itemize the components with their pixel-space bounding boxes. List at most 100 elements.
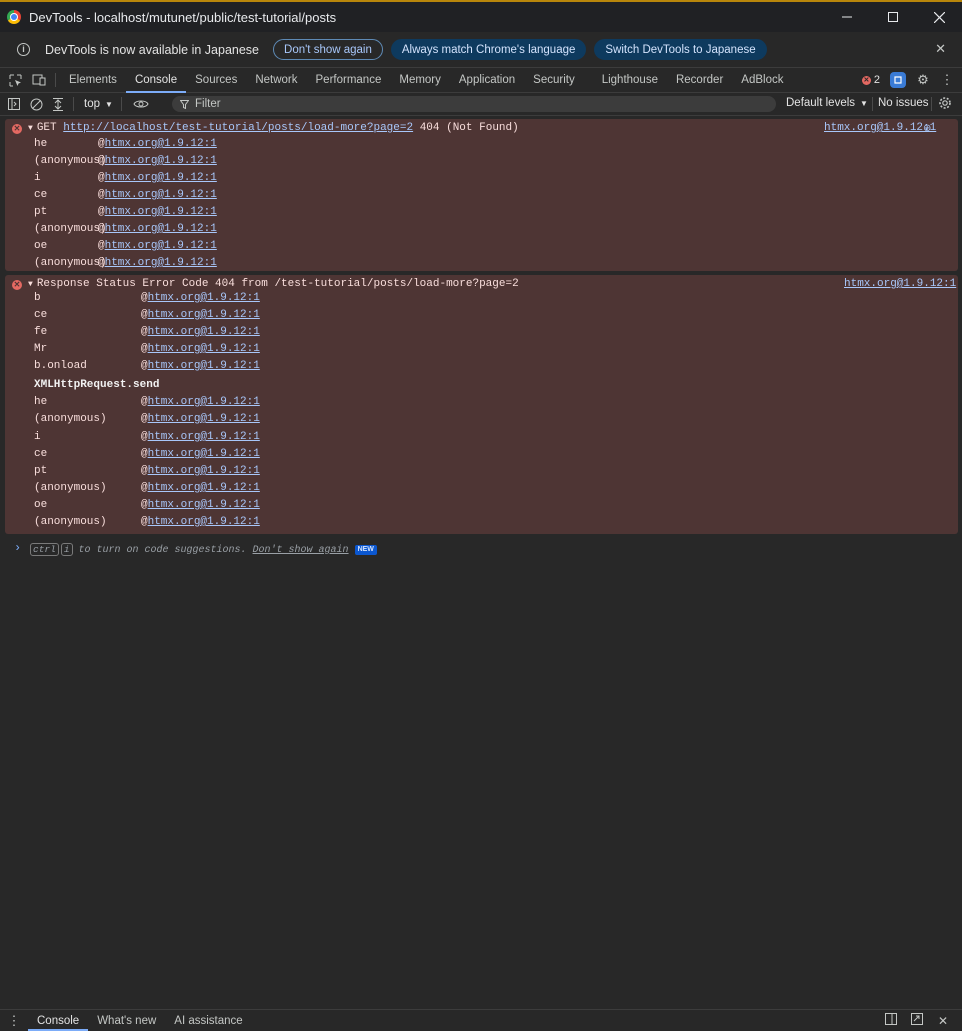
ai-assistance-icon[interactable]	[890, 72, 906, 88]
stack-frame: (anonymous)@ htmx.org@1.9.12:1	[34, 223, 217, 235]
device-toolbar-icon[interactable]	[27, 68, 51, 92]
tab-network[interactable]: Network	[246, 68, 306, 92]
code-suggestion-hint: ctrl i to turn on code suggestions. Don't…	[30, 543, 377, 556]
tab-recorder[interactable]: Recorder	[667, 68, 732, 92]
stack-source-link[interactable]: htmx.org@1.9.12:1	[148, 292, 260, 304]
create-live-expression-icon[interactable]	[47, 93, 69, 115]
stack-frame: oe @ htmx.org@1.9.12:1	[34, 240, 217, 252]
issues-button[interactable]: No issues	[878, 97, 929, 109]
tab-security[interactable]: Security	[524, 68, 593, 92]
tab-performance[interactable]: Performance	[307, 68, 391, 92]
stack-frame: Mr @ htmx.org@1.9.12:1	[34, 343, 260, 355]
network-globe-icon[interactable]: ⊕	[923, 123, 931, 135]
undock-icon[interactable]	[904, 1013, 930, 1028]
tab-memory[interactable]: Memory	[390, 68, 450, 92]
tab-console[interactable]: Console	[125, 68, 187, 93]
tab-elements[interactable]: Elements	[60, 68, 126, 92]
context-selector[interactable]: top ▼	[84, 98, 113, 110]
stack-frame: (anonymous)@ htmx.org@1.9.12:1	[34, 482, 260, 494]
inspect-element-icon[interactable]	[3, 68, 27, 92]
stack-frame: ce @ htmx.org@1.9.12:1	[34, 309, 260, 321]
message-header[interactable]: ▼ Response Status Error Code 404 from /te…	[28, 278, 519, 290]
stack-frame: pt @ htmx.org@1.9.12:1	[34, 206, 217, 218]
close-window-button[interactable]	[916, 2, 962, 32]
toolbar-separator	[931, 97, 932, 111]
drawer-menu-icon[interactable]: ⋮	[0, 1013, 28, 1029]
filter-input[interactable]	[195, 98, 755, 110]
infobar-close-icon[interactable]: ✕	[935, 41, 946, 57]
hint-text: to turn on code suggestions.	[72, 545, 253, 556]
tab-lighthouse[interactable]: Lighthouse	[593, 68, 667, 92]
sidebar-toggle-icon[interactable]	[3, 93, 25, 115]
stack-frame: ce @ htmx.org@1.9.12:1	[34, 189, 217, 201]
dont-show-again-button[interactable]: Don't show again	[273, 39, 383, 60]
message-header[interactable]: ▼ GET http://localhost/test-tutorial/post…	[28, 122, 519, 134]
close-drawer-icon[interactable]: ✕	[930, 1014, 956, 1028]
more-options-icon[interactable]: ⋮	[938, 72, 956, 88]
console-settings-gear-icon[interactable]	[938, 96, 952, 113]
drawer-tab-console[interactable]: Console	[28, 1010, 89, 1031]
chevron-down-icon: ▼	[105, 99, 113, 109]
tab-adblock[interactable]: AdBlock	[732, 68, 792, 92]
log-levels-dropdown[interactable]: Default levels ▼	[786, 97, 868, 109]
stack-source-link[interactable]: htmx.org@1.9.12:1	[148, 482, 260, 494]
stack-source-link[interactable]: htmx.org@1.9.12:1	[105, 189, 217, 201]
dock-side-icon[interactable]	[878, 1013, 904, 1028]
source-link[interactable]: htmx.org@1.9.12:1	[824, 122, 936, 134]
stack-source-link[interactable]: htmx.org@1.9.12:1	[148, 360, 260, 372]
stack-source-link[interactable]: htmx.org@1.9.12:1	[148, 431, 260, 443]
stack-frame: oe @ htmx.org@1.9.12:1	[34, 499, 260, 511]
tab-application[interactable]: Application	[450, 68, 524, 92]
chevron-down-icon: ▼	[860, 98, 868, 108]
tab-sources[interactable]: Sources	[186, 68, 246, 92]
error-count-badge[interactable]: ✕ 2	[861, 74, 880, 86]
minimize-button[interactable]	[824, 2, 870, 32]
stack-source-link[interactable]: htmx.org@1.9.12:1	[148, 465, 260, 477]
async-boundary-label: XMLHttpRequest.send	[34, 379, 160, 391]
stack-source-link[interactable]: htmx.org@1.9.12:1	[105, 223, 217, 235]
stack-source-link[interactable]: htmx.org@1.9.12:1	[148, 396, 260, 408]
stack-frame: he @ htmx.org@1.9.12:1	[34, 138, 217, 150]
new-badge: NEW	[354, 545, 377, 555]
stack-source-link[interactable]: htmx.org@1.9.12:1	[105, 240, 217, 252]
stack-frame: pt @ htmx.org@1.9.12:1	[34, 465, 260, 477]
bottom-drawer: ⋮ Console What's new AI assistance ✕	[0, 1009, 962, 1031]
tabbar-separator	[55, 73, 56, 87]
request-url-link[interactable]: http://localhost/test-tutorial/posts/loa…	[63, 122, 413, 134]
settings-gear-icon[interactable]: ⚙	[914, 72, 932, 88]
stack-source-link[interactable]: htmx.org@1.9.12:1	[148, 516, 260, 528]
stack-source-link[interactable]: htmx.org@1.9.12:1	[148, 499, 260, 511]
error-icon: ✕	[12, 124, 22, 134]
stack-source-link[interactable]: htmx.org@1.9.12:1	[148, 448, 260, 460]
console-prompt[interactable]: › ctrl i to turn on code suggestions. Don…	[0, 541, 962, 557]
stack-source-link[interactable]: htmx.org@1.9.12:1	[105, 138, 217, 150]
stack-frame: i @ htmx.org@1.9.12:1	[34, 431, 260, 443]
toolbar-separator	[73, 97, 74, 111]
switch-to-japanese-button[interactable]: Switch DevTools to Japanese	[594, 39, 767, 60]
console-error-message: ✕ ▼ Response Status Error Code 404 from /…	[5, 275, 958, 534]
expand-triangle-icon[interactable]: ▼	[28, 280, 33, 289]
stack-source-link[interactable]: htmx.org@1.9.12:1	[148, 309, 260, 321]
eye-icon[interactable]	[130, 93, 152, 115]
stack-frame: ce @ htmx.org@1.9.12:1	[34, 448, 260, 460]
stack-source-link[interactable]: htmx.org@1.9.12:1	[148, 413, 260, 425]
window-controls	[824, 2, 962, 32]
expand-triangle-icon[interactable]: ▼	[28, 124, 33, 133]
stack-source-link[interactable]: htmx.org@1.9.12:1	[148, 343, 260, 355]
source-link[interactable]: htmx.org@1.9.12:1	[844, 278, 956, 290]
hint-dont-show-link[interactable]: Don't show again	[253, 545, 349, 556]
stack-source-link[interactable]: htmx.org@1.9.12:1	[105, 172, 217, 184]
ctrl-key: ctrl	[30, 543, 59, 556]
always-match-language-button[interactable]: Always match Chrome's language	[390, 39, 587, 60]
drawer-tab-whats-new[interactable]: What's new	[88, 1010, 165, 1031]
stack-source-link[interactable]: htmx.org@1.9.12:1	[105, 155, 217, 167]
clear-console-icon[interactable]	[25, 93, 47, 115]
maximize-button[interactable]	[870, 2, 916, 32]
drawer-tab-ai-assistance[interactable]: AI assistance	[165, 1010, 251, 1031]
stack-source-link[interactable]: htmx.org@1.9.12:1	[148, 326, 260, 338]
drawer-controls: ✕	[878, 1010, 956, 1031]
filter-box	[172, 96, 776, 112]
stack-source-link[interactable]: htmx.org@1.9.12:1	[105, 206, 217, 218]
stack-source-link[interactable]: htmx.org@1.9.12:1	[105, 257, 217, 269]
window-titlebar: DevTools - localhost/mutunet/public/test…	[0, 2, 962, 32]
